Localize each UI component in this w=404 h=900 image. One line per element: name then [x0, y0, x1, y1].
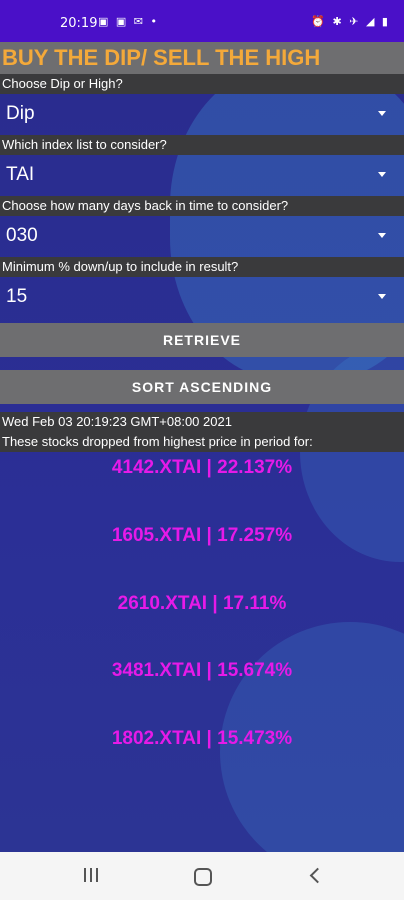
status-bar: 20:19 ▣ ▣ ✉ • ⏰ ✱ ✈ ◢ ▮ — [0, 0, 404, 42]
days-back-select[interactable]: 030 — [0, 216, 404, 256]
result-item: 1802.XTAI | 15.473% — [111, 728, 293, 749]
dip-or-high-label: Choose Dip or High? — [0, 74, 404, 94]
status-time: 20:19 — [60, 16, 98, 31]
days-back-value: 030 — [6, 225, 38, 246]
app-title: BUY THE DIP/ SELL THE HIGH — [0, 42, 404, 74]
index-list-select[interactable]: TAI — [0, 155, 404, 195]
dropdown-arrow-icon — [378, 172, 386, 177]
dip-or-high-value: Dip — [6, 103, 35, 124]
recents-icon[interactable] — [82, 868, 100, 884]
results-timestamp: Wed Feb 03 20:19:23 GMT+08:00 2021 — [2, 414, 232, 429]
back-icon[interactable] — [309, 867, 326, 884]
dropdown-arrow-icon — [378, 294, 386, 299]
results-description: These stocks dropped from highest price … — [2, 434, 313, 449]
dropdown-arrow-icon — [378, 233, 386, 238]
system-status-icons: ⏰ ✱ ✈ ◢ ▮ — [311, 15, 390, 28]
dropdown-arrow-icon — [378, 111, 386, 116]
results-header: Wed Feb 03 20:19:23 GMT+08:00 2021 These… — [0, 412, 404, 452]
index-list-label: Which index list to consider? — [0, 135, 404, 155]
min-percent-value: 15 — [6, 286, 28, 307]
result-item: 4142.XTAI | 22.137% — [111, 457, 293, 478]
dip-or-high-select[interactable]: Dip — [0, 94, 404, 134]
result-item: 2610.XTAI | 17.11% — [117, 593, 287, 614]
days-back-label: Choose how many days back in time to con… — [0, 196, 404, 216]
retrieve-button[interactable]: RETRIEVE — [0, 323, 404, 357]
result-item: 1605.XTAI | 17.257% — [111, 525, 293, 546]
min-percent-select[interactable]: 15 — [0, 277, 404, 317]
index-list-value: TAI — [6, 164, 35, 185]
notification-icons: ▣ ▣ ✉ • — [98, 15, 159, 28]
min-percent-label: Minimum % down/up to include in result? — [0, 257, 404, 277]
result-item: 3481.XTAI | 15.674% — [111, 660, 293, 681]
system-navigation-bar — [0, 852, 404, 900]
sort-ascending-button[interactable]: SORT ASCENDING — [0, 370, 404, 404]
home-icon[interactable] — [194, 868, 212, 886]
